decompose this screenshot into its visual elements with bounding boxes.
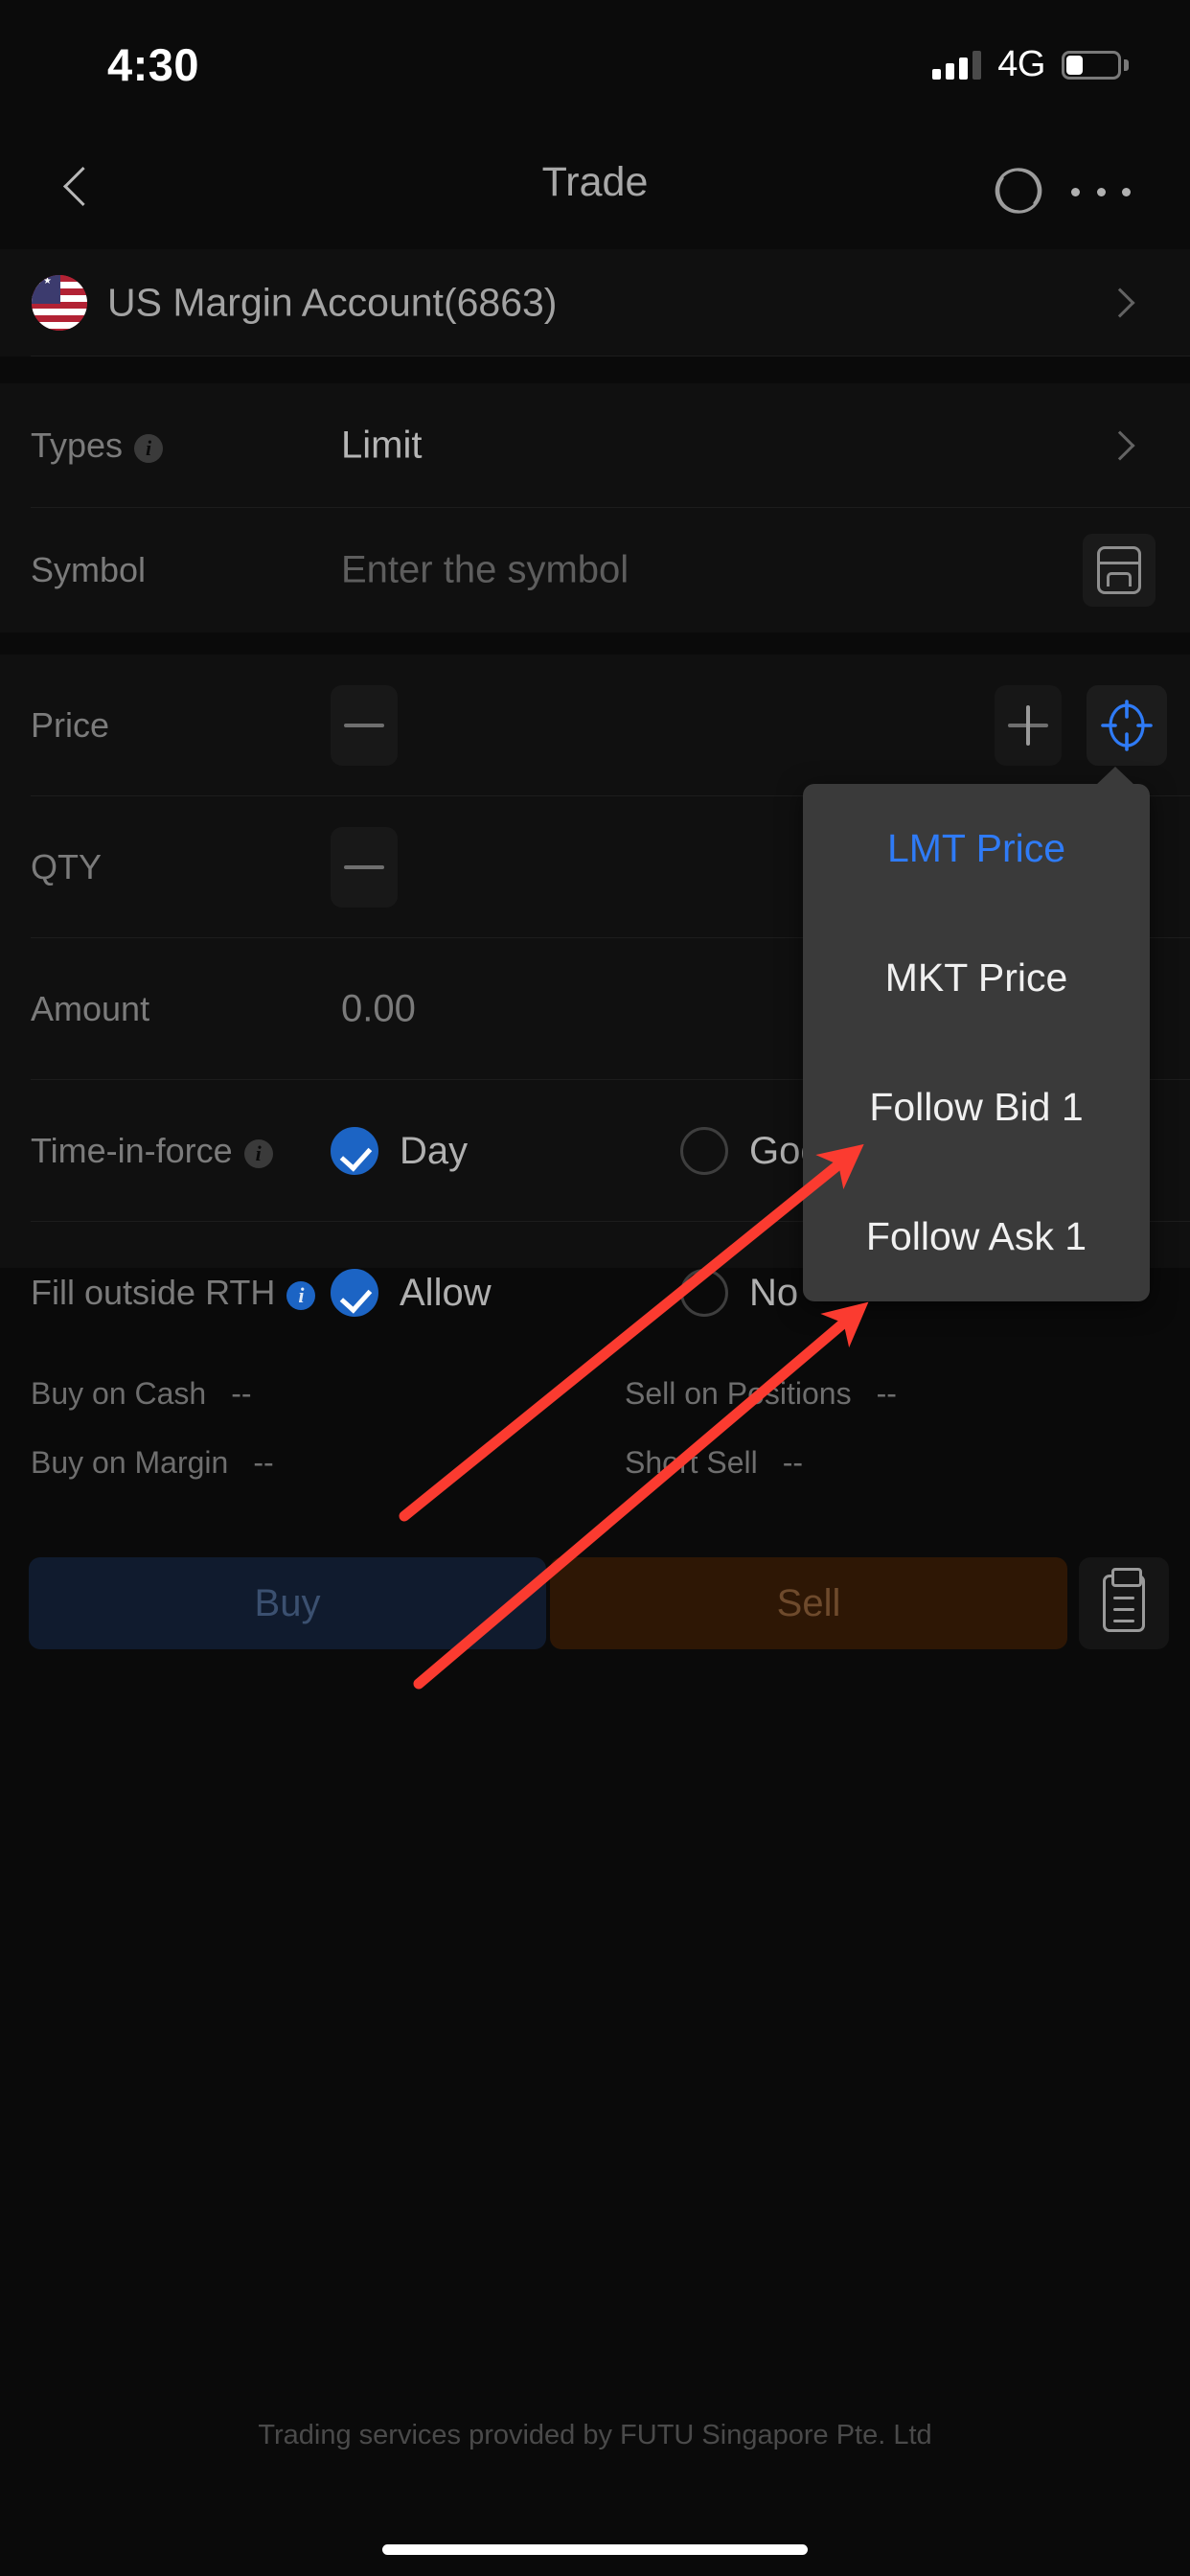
chevron-right-icon: [1105, 430, 1135, 461]
radio-checked-icon: [331, 1269, 378, 1317]
chevron-right-icon: [1105, 288, 1135, 318]
option-label: Day: [400, 1129, 469, 1172]
quantity-decrement-button[interactable]: [331, 827, 398, 908]
quantity-label: QTY: [31, 847, 103, 886]
info-icon[interactable]: i: [134, 434, 164, 463]
status-bar-indicators: 4G: [932, 44, 1129, 85]
cellular-signal-icon: [932, 50, 982, 80]
buying-power-section: Buy on Cash -- Sell on Positions -- Buy on…: [0, 1368, 1190, 1493]
status-bar-time: 4:30: [107, 39, 200, 90]
home-indicator: [382, 2544, 808, 2555]
refresh-icon[interactable]: [991, 163, 1046, 218]
price-label: Price: [31, 705, 110, 745]
battery-icon: [1062, 50, 1129, 80]
symbol-input[interactable]: Enter the symbol: [341, 549, 629, 592]
navigation-bar: Trade: [0, 126, 1190, 249]
info-icon[interactable]: i: [243, 1139, 273, 1168]
symbol-row[interactable]: Symbol Enter the symbol: [0, 508, 1190, 632]
fill-outside-rth-label: Fill outside RTH i: [31, 1273, 316, 1313]
popup-item-follow-ask[interactable]: Follow Ask 1: [803, 1172, 1150, 1301]
symbol-label: Symbol: [31, 550, 147, 589]
account-selector-row[interactable]: US Margin Account(6863): [0, 249, 1190, 356]
info-icon[interactable]: i: [286, 1281, 316, 1310]
price-decrement-button[interactable]: [331, 685, 398, 766]
order-type-label: Types i: [31, 426, 164, 466]
buy-on-margin: Buy on Margin --: [31, 1445, 274, 1480]
order-type-section: Types i Limit Symbol Enter the symbol: [0, 383, 1190, 632]
action-buttons: Buy Sell: [0, 1557, 1190, 1653]
more-options-button[interactable]: [1071, 180, 1131, 203]
popup-item-mkt-price[interactable]: MKT Price: [803, 913, 1150, 1043]
short-sell: Short Sell --: [625, 1445, 804, 1480]
popup-item-follow-bid[interactable]: Follow Bid 1: [803, 1043, 1150, 1172]
buy-button[interactable]: Buy: [29, 1557, 546, 1649]
time-in-force-option-day[interactable]: Day: [331, 1127, 468, 1175]
buy-on-cash: Buy on Cash --: [31, 1376, 252, 1411]
account-name: US Margin Account(6863): [107, 280, 558, 325]
account-section: US Margin Account(6863): [0, 249, 1190, 356]
option-label: No: [749, 1271, 799, 1314]
fill-outside-rth-option-allow[interactable]: Allow: [331, 1269, 492, 1317]
us-flag-icon: [32, 275, 87, 331]
price-row: Price: [0, 655, 1190, 796]
order-type-row[interactable]: Types i Limit: [0, 383, 1190, 508]
crosshair-icon[interactable]: [1087, 685, 1167, 766]
option-label: Allow: [400, 1271, 492, 1314]
clipboard-icon[interactable]: [1079, 1557, 1169, 1649]
time-in-force-label: Time-in-force i: [31, 1131, 273, 1171]
status-bar: 4:30 4G: [0, 0, 1190, 126]
popup-arrow: [1096, 767, 1134, 785]
price-increment-button[interactable]: [995, 685, 1062, 766]
popup-item-lmt-price[interactable]: LMT Price: [803, 784, 1150, 913]
amount-value: 0.00: [341, 987, 416, 1030]
network-type-label: 4G: [997, 44, 1045, 84]
price-type-popup: LMT Price MKT Price Follow Bid 1 Follow …: [803, 767, 1150, 1301]
sell-on-positions: Sell on Positions --: [625, 1376, 897, 1411]
keyboard-icon[interactable]: [1083, 534, 1156, 607]
radio-unchecked-icon: [680, 1269, 728, 1317]
sell-button[interactable]: Sell: [550, 1557, 1067, 1649]
radio-checked-icon: [331, 1127, 378, 1175]
radio-unchecked-icon: [680, 1127, 728, 1175]
order-type-value: Limit: [341, 424, 423, 467]
fill-outside-rth-option-no[interactable]: No: [680, 1269, 798, 1317]
footer-disclaimer: Trading services provided by FUTU Singap…: [258, 2420, 932, 2450]
amount-label: Amount: [31, 989, 150, 1028]
